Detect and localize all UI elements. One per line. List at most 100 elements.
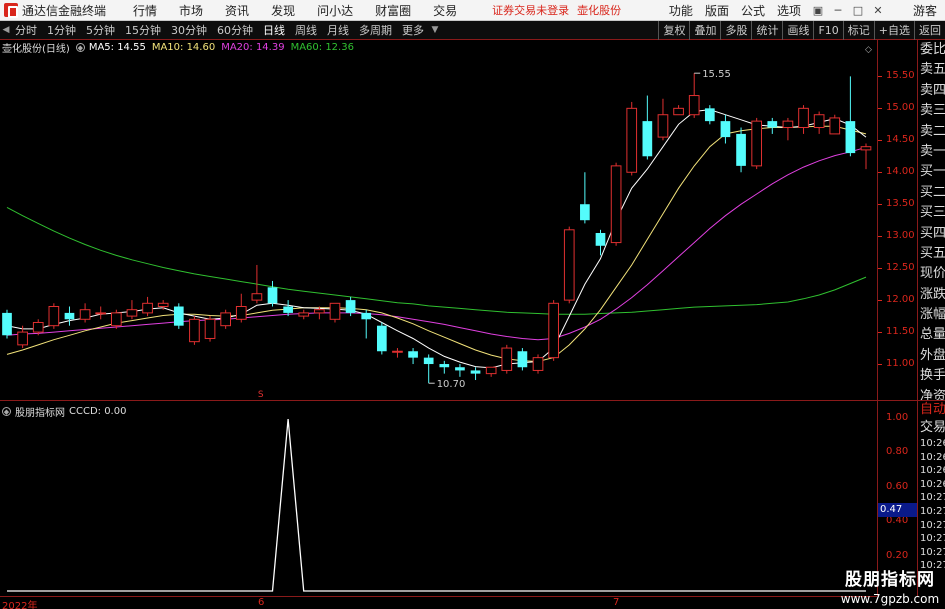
trade-label[interactable]: 交易: [918, 419, 945, 437]
skin-icon[interactable]: ▣: [811, 3, 825, 17]
maximize-icon[interactable]: □: [851, 3, 865, 17]
candle-body: [64, 312, 75, 320]
trade-time: 10:26: [920, 478, 945, 490]
candle-body: [2, 312, 12, 336]
period-toolbar: ◀ 分时 1分钟 5分钟 15分钟 30分钟 60分钟 日线 周线 月线 多周期…: [0, 20, 945, 40]
tool-mark[interactable]: 标记: [842, 20, 874, 40]
tool-f10[interactable]: F10: [813, 20, 842, 40]
quote-label: 买四: [920, 225, 945, 241]
candle-body: [173, 306, 184, 326]
candle-body: [204, 318, 216, 339]
kline-panel[interactable]: 15.55 10.70 S ◇ 壶化股份(日线) ◆ MA5: 14.55 MA10:…: [0, 40, 877, 401]
period-1min[interactable]: 1分钟: [47, 22, 76, 38]
tool-back[interactable]: 返回: [914, 20, 945, 40]
menu-item-markets[interactable]: 市场: [179, 2, 203, 19]
period-60min[interactable]: 60分钟: [217, 22, 253, 38]
candle-body: [595, 232, 606, 246]
date-month-6: 6: [258, 597, 265, 608]
candle-body: [329, 302, 341, 320]
ma60-value: MA60: 12.36: [290, 41, 354, 53]
watermark-title: 股朋指标网: [845, 570, 935, 590]
ma10-value: MA10: 14.60: [151, 41, 216, 53]
candle-body: [470, 370, 481, 374]
quote-label: 总量: [920, 327, 945, 343]
quote-label: 涨跌: [920, 286, 945, 302]
settings-circle-icon[interactable]: ◆: [75, 42, 85, 52]
indicator-tick: 0.60: [886, 480, 909, 492]
indicator-name: 股朋指标网: [15, 408, 65, 419]
period-multi[interactable]: 多周期: [359, 22, 392, 38]
candle-body: [704, 108, 715, 122]
price-tick: 12.00: [886, 294, 915, 306]
candle-body: [314, 309, 325, 314]
candle-body: [688, 95, 700, 116]
candle-body: [126, 309, 138, 317]
candle-body: [423, 357, 434, 365]
indicator-chart[interactable]: [0, 401, 877, 597]
menu-item-options[interactable]: 选项: [777, 2, 801, 19]
quote-label: 涨幅: [920, 307, 945, 323]
menu-item-discover[interactable]: 发现: [271, 2, 295, 19]
minimize-icon[interactable]: ─: [831, 3, 845, 17]
price-tick-mark: [878, 364, 882, 366]
period-15min[interactable]: 15分钟: [125, 22, 161, 38]
indicator-info-line: ◆ 股朋指标网 CCCD: 0.00: [2, 404, 126, 419]
guest-login[interactable]: 游客: [913, 2, 937, 19]
indicator-panel[interactable]: ◆ 股朋指标网 CCCD: 0.00: [0, 400, 877, 596]
indicator-tick: 0.80: [886, 446, 909, 458]
price-tick: 15.50: [886, 70, 915, 82]
candle-body: [860, 146, 872, 151]
login-warning[interactable]: 证券交易未登录: [492, 2, 569, 18]
period-intraday[interactable]: 分时: [15, 22, 37, 38]
cccd-line: [7, 418, 866, 592]
price-tick-mark: [878, 236, 882, 238]
period-5min[interactable]: 5分钟: [86, 22, 115, 38]
quote-label: 买三: [920, 205, 945, 221]
price-tick-mark: [878, 140, 882, 142]
menu-item-wealth[interactable]: 财富圈: [375, 2, 411, 19]
chevron-down-icon[interactable]: ▼: [431, 25, 439, 35]
period-monthly[interactable]: 月线: [327, 22, 349, 38]
candle-body: [782, 120, 794, 129]
menu-item-market[interactable]: 行情: [133, 2, 157, 19]
quote-label: 买二: [920, 184, 945, 200]
menu-bar: 通达信金融终端 行情 市场 资讯 发现 问小达 财富圈 交易 证券交易未登录 壶…: [0, 0, 945, 21]
candle-body: [517, 351, 528, 368]
quote-label: 净资: [920, 388, 945, 400]
candle-body: [485, 366, 497, 375]
menu-item-ask[interactable]: 问小达: [317, 2, 353, 19]
watermark-url: www.7gpzb.com: [840, 592, 940, 606]
candle-body: [673, 107, 684, 116]
tool-multi-stock[interactable]: 多股: [720, 20, 751, 40]
chevron-left-icon[interactable]: ◀: [2, 25, 10, 35]
close-icon[interactable]: ✕: [871, 3, 885, 17]
kline-chart[interactable]: 15.5510.70S◇: [0, 40, 877, 400]
price-tick: 14.50: [886, 134, 915, 146]
trade-time: 10:27: [920, 505, 945, 517]
indicator-settings-icon[interactable]: ◆: [2, 407, 11, 416]
quote-label: 卖一: [920, 143, 945, 159]
tool-adjust[interactable]: 复权: [658, 20, 689, 40]
tool-stats[interactable]: 统计: [751, 20, 782, 40]
period-weekly[interactable]: 周线: [295, 22, 317, 38]
tool-add-watchlist[interactable]: +自选: [873, 20, 914, 40]
price-tick: 11.00: [886, 358, 915, 370]
tool-overlay[interactable]: 叠加: [689, 20, 720, 40]
period-daily[interactable]: 日线: [263, 22, 285, 38]
price-tick-mark: [878, 300, 882, 302]
menu-item-formula[interactable]: 公式: [741, 2, 765, 19]
candle-body: [189, 318, 200, 343]
tool-draw[interactable]: 画线: [782, 20, 813, 40]
menu-item-news[interactable]: 资讯: [225, 2, 249, 19]
menu-item-layout[interactable]: 版面: [705, 2, 729, 19]
date-axis: 2022年 6 7: [0, 596, 877, 609]
menu-item-trade[interactable]: 交易: [433, 2, 457, 19]
period-more[interactable]: 更多: [402, 22, 424, 38]
menu-item-functions[interactable]: 功能: [669, 2, 693, 19]
trade-time: 10:27: [920, 492, 945, 504]
period-30min[interactable]: 30分钟: [171, 22, 207, 38]
trade-time: 10:27: [920, 533, 945, 545]
auto-trade-label[interactable]: 自动: [918, 401, 945, 419]
quote-label: 委比: [920, 42, 945, 57]
candle-body: [845, 121, 856, 154]
